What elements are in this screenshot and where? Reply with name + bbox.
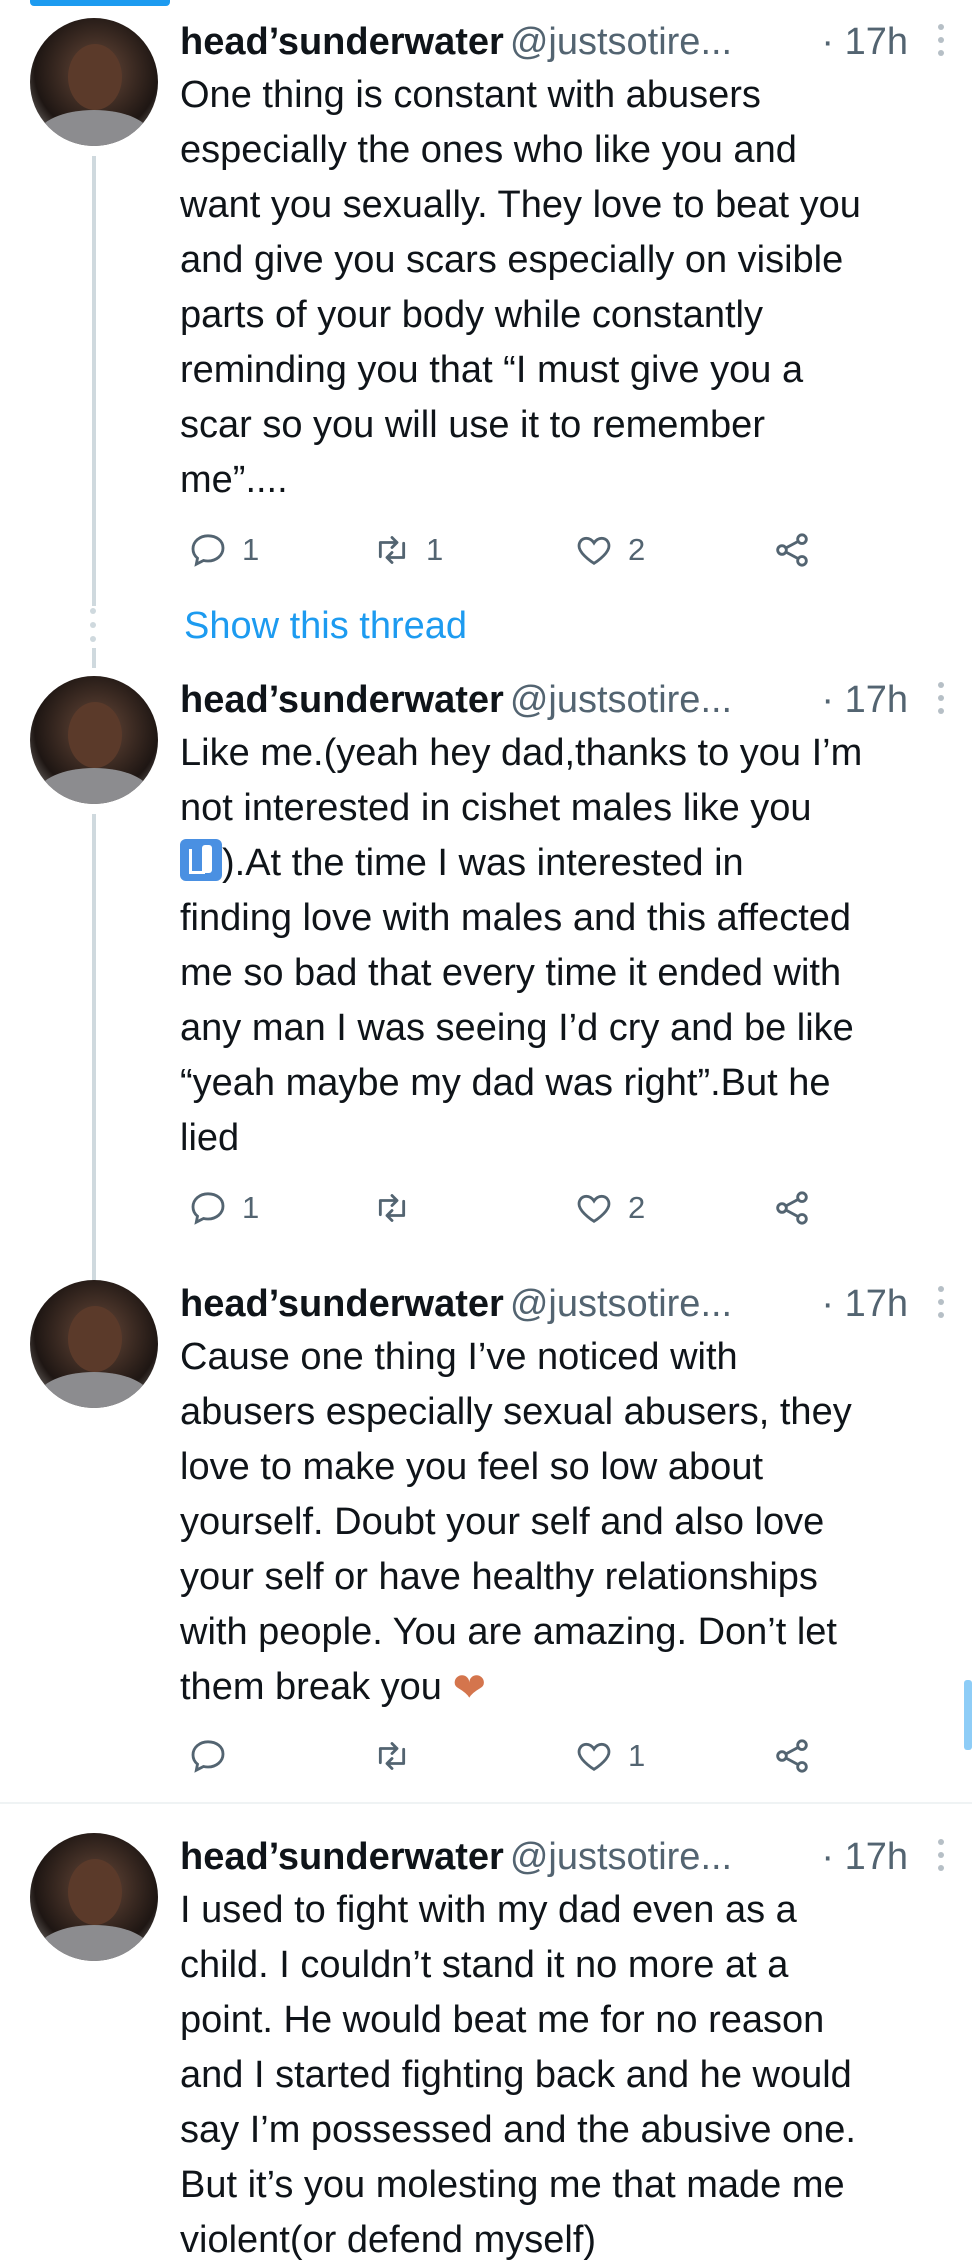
avatar[interactable] xyxy=(30,676,158,804)
tweet-actions: 1 2 xyxy=(180,1184,880,1232)
retweet-button[interactable]: 1 xyxy=(372,526,443,574)
reply-button[interactable] xyxy=(188,1732,242,1780)
share-icon xyxy=(776,1739,808,1773)
more-options-icon[interactable] xyxy=(936,1839,946,1875)
thread-line xyxy=(92,156,96,606)
like-button[interactable]: 2 xyxy=(574,526,645,574)
share-button[interactable] xyxy=(772,1732,812,1780)
tweet-text-part: Cause one thing I’ve noticed with abuser… xyxy=(180,1336,852,1708)
tweet-actions: 1 1 2 xyxy=(180,526,880,574)
display-name[interactable]: head’sunderwater xyxy=(180,1836,504,1878)
reply-icon xyxy=(191,1192,225,1225)
like-count: 2 xyxy=(628,1190,646,1225)
retweet-count: 1 xyxy=(426,532,444,567)
user-handle[interactable]: @justsotire... xyxy=(510,679,732,721)
reply-count: 1 xyxy=(242,532,260,567)
retweet-icon xyxy=(378,1194,406,1222)
like-button[interactable]: 2 xyxy=(574,1184,645,1232)
share-icon xyxy=(776,533,808,567)
share-button[interactable] xyxy=(772,1184,812,1232)
more-options-icon[interactable] xyxy=(936,1286,946,1322)
top-scroll-indicator xyxy=(30,0,170,6)
tweet-text: Like me.(yeah hey dad,thanks to you I’m … xyxy=(180,726,952,1166)
tweet-text: I used to fight with my dad even as a ch… xyxy=(180,1889,856,2261)
like-count: 2 xyxy=(628,532,646,567)
thread-line xyxy=(92,648,96,668)
heart-emoji: ❤ xyxy=(452,1666,486,1710)
timestamp[interactable]: · 17h xyxy=(821,676,908,724)
like-button[interactable]: 1 xyxy=(574,1732,645,1780)
retweet-icon xyxy=(378,1742,406,1770)
like-count: 1 xyxy=(628,1738,646,1773)
tweet-header: head’sunderwater @justsotire... · 17h xyxy=(180,676,952,724)
reply-icon xyxy=(191,534,225,567)
scrollbar[interactable] xyxy=(964,1680,972,1750)
show-thread-link[interactable]: Show this thread xyxy=(184,602,467,650)
tweet-text-part: Like me.(yeah hey dad,thanks to you I’m … xyxy=(180,732,863,829)
thread-gap-dots xyxy=(88,608,98,650)
display-name[interactable]: head’sunderwater xyxy=(180,21,504,63)
more-options-icon[interactable] xyxy=(936,682,946,718)
user-handle[interactable]: @justsotire... xyxy=(510,1283,732,1325)
tweet-header: head’sunderwater @justsotire... · 17h xyxy=(180,1833,952,1881)
heart-icon xyxy=(577,536,611,565)
more-options-icon[interactable] xyxy=(936,24,946,60)
tweet-text-part: ).At the time I was interested in findin… xyxy=(180,842,854,1159)
tweet-text: Cause one thing I’ve noticed with abuser… xyxy=(180,1330,952,1715)
display-name[interactable]: head’sunderwater xyxy=(180,1283,504,1325)
retweet-button[interactable] xyxy=(372,1732,426,1780)
tweet-text: One thing is constant with abusers espec… xyxy=(180,74,861,501)
user-handle[interactable]: @justsotire... xyxy=(510,21,732,63)
heart-icon xyxy=(577,1194,611,1223)
display-name[interactable]: head’sunderwater xyxy=(180,679,504,721)
avatar[interactable] xyxy=(30,1833,158,1961)
share-button[interactable] xyxy=(772,526,812,574)
reply-icon xyxy=(191,1740,225,1773)
retweet-button[interactable] xyxy=(372,1184,426,1232)
timestamp[interactable]: · 17h xyxy=(821,18,908,66)
avatar[interactable] xyxy=(30,18,158,146)
family-icon xyxy=(180,839,222,881)
share-icon xyxy=(776,1191,808,1225)
avatar[interactable] xyxy=(30,1280,158,1408)
reply-button[interactable]: 1 xyxy=(188,526,259,574)
heart-icon xyxy=(577,1742,611,1771)
tweet-header: head’sunderwater @justsotire... · 17h xyxy=(180,18,952,66)
tweet-header: head’sunderwater @justsotire... · 17h xyxy=(180,1280,952,1328)
reply-count: 1 xyxy=(242,1190,260,1225)
tweet-actions: 1 xyxy=(180,1732,880,1780)
retweet-icon xyxy=(378,536,406,564)
timestamp[interactable]: · 17h xyxy=(821,1833,908,1881)
timestamp[interactable]: · 17h xyxy=(821,1280,908,1328)
tweet-divider xyxy=(0,1802,972,1804)
user-handle[interactable]: @justsotire... xyxy=(510,1836,732,1878)
reply-button[interactable]: 1 xyxy=(188,1184,259,1232)
